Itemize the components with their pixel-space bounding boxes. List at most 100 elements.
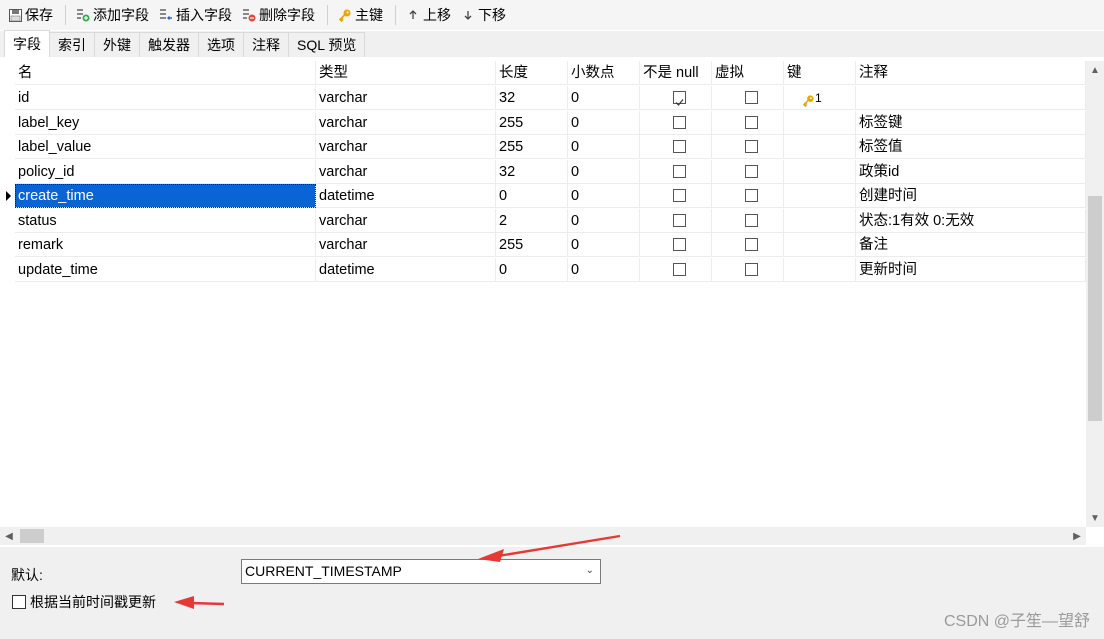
cell-type[interactable]: datetime (316, 184, 496, 208)
row-indicator[interactable] (4, 209, 14, 233)
row-indicator[interactable] (4, 160, 14, 184)
tab-indexes[interactable]: 索引 (49, 32, 95, 57)
cell-decimals[interactable]: 0 (568, 233, 640, 257)
virtual-checkbox[interactable] (745, 213, 758, 227)
tab-comment[interactable]: 注释 (243, 32, 289, 57)
cell-comment[interactable]: 更新时间 (856, 257, 1086, 282)
vertical-scrollbar[interactable]: ▲ ▼ (1086, 61, 1104, 527)
cell-key[interactable] (784, 110, 856, 135)
cell-comment[interactable]: 标签值 (856, 135, 1086, 159)
table-row[interactable]: label_key varchar 255 0 标签键 (4, 110, 1086, 135)
table-row[interactable]: update_time datetime 0 0 更新时间 (4, 257, 1086, 282)
cell-virtual[interactable] (712, 233, 784, 257)
cell-virtual[interactable] (712, 257, 784, 282)
move-down-button[interactable]: 下移 (457, 2, 510, 28)
row-indicator[interactable] (4, 111, 14, 135)
insert-field-button[interactable]: 插入字段 (155, 2, 236, 28)
virtual-checkbox[interactable] (745, 238, 758, 251)
not-null-checkbox[interactable] (673, 115, 686, 129)
cell-virtual[interactable] (712, 110, 784, 135)
tab-triggers[interactable]: 触发器 (139, 32, 199, 57)
cell-type[interactable]: varchar (316, 135, 496, 159)
tab-fields[interactable]: 字段 (4, 30, 50, 57)
cell-type[interactable]: varchar (316, 159, 496, 184)
row-indicator[interactable] (4, 233, 14, 257)
cell-name[interactable]: create_time (15, 184, 316, 208)
primary-key-button[interactable]: 主键 (334, 2, 387, 28)
cell-decimals[interactable]: 0 (568, 110, 640, 135)
not-null-checkbox[interactable] (673, 140, 686, 153)
cell-decimals[interactable]: 0 (568, 208, 640, 233)
header-virtual[interactable]: 虚拟 (712, 61, 784, 85)
header-type[interactable]: 类型 (316, 61, 496, 85)
cell-key[interactable] (784, 135, 856, 159)
virtual-checkbox[interactable] (745, 262, 758, 276)
table-row[interactable]: id varchar 32 0 1 (4, 86, 1086, 110)
cell-not-null[interactable] (640, 86, 712, 110)
cell-not-null[interactable] (640, 184, 712, 208)
scroll-up-icon[interactable]: ▲ (1086, 61, 1104, 79)
header-comment[interactable]: 注释 (856, 61, 1086, 85)
cell-decimals[interactable]: 0 (568, 86, 640, 110)
cell-not-null[interactable] (640, 257, 712, 282)
cell-type[interactable]: datetime (316, 257, 496, 282)
virtual-checkbox[interactable] (745, 115, 758, 129)
cell-type[interactable]: varchar (316, 86, 496, 110)
cell-key[interactable] (784, 257, 856, 282)
cell-name[interactable]: remark (15, 233, 316, 257)
cell-comment[interactable]: 创建时间 (856, 184, 1086, 208)
delete-field-button[interactable]: 删除字段 (238, 2, 319, 28)
cell-not-null[interactable] (640, 233, 712, 257)
header-length[interactable]: 长度 (496, 61, 568, 85)
cell-name[interactable]: policy_id (15, 159, 316, 184)
cell-name[interactable]: update_time (15, 257, 316, 282)
cell-type[interactable]: varchar (316, 208, 496, 233)
cell-virtual[interactable] (712, 208, 784, 233)
tab-foreign-keys[interactable]: 外键 (94, 32, 140, 57)
cell-comment[interactable]: 备注 (856, 233, 1086, 257)
table-row[interactable]: create_time datetime 0 0 创建时间 (4, 184, 1086, 208)
cell-virtual[interactable] (712, 184, 784, 208)
tab-options[interactable]: 选项 (198, 32, 244, 57)
not-null-checkbox[interactable] (673, 238, 686, 251)
cell-not-null[interactable] (640, 110, 712, 135)
cell-comment[interactable]: 标签键 (856, 110, 1086, 135)
add-field-button[interactable]: 添加字段 (72, 2, 153, 28)
tab-sql-preview[interactable]: SQL 预览 (288, 32, 366, 57)
header-decimals[interactable]: 小数点 (568, 61, 640, 85)
cell-key[interactable]: 1 (784, 86, 856, 110)
cell-key[interactable] (784, 184, 856, 208)
cell-length[interactable]: 32 (496, 86, 568, 110)
cell-length[interactable]: 255 (496, 233, 568, 257)
scroll-right-icon[interactable]: ▶ (1068, 527, 1086, 545)
cell-key[interactable] (784, 233, 856, 257)
virtual-checkbox[interactable] (745, 189, 758, 202)
not-null-checkbox[interactable] (673, 189, 686, 202)
cell-decimals[interactable]: 0 (568, 135, 640, 159)
row-indicator[interactable] (4, 86, 14, 110)
move-up-button[interactable]: 上移 (402, 2, 455, 28)
cell-not-null[interactable] (640, 135, 712, 159)
cell-length[interactable]: 32 (496, 159, 568, 184)
checkbox-box[interactable] (12, 595, 26, 609)
cell-length[interactable]: 0 (496, 257, 568, 282)
cell-virtual[interactable] (712, 135, 784, 159)
scroll-left-icon[interactable]: ◀ (0, 527, 18, 545)
cell-length[interactable]: 2 (496, 208, 568, 233)
row-indicator[interactable] (4, 184, 14, 208)
cell-not-null[interactable] (640, 208, 712, 233)
row-indicator[interactable] (4, 135, 14, 159)
cell-comment[interactable]: 状态:1有效 0:无效 (856, 208, 1086, 233)
cell-decimals[interactable]: 0 (568, 159, 640, 184)
cell-name[interactable]: status (15, 208, 316, 233)
cell-decimals[interactable]: 0 (568, 184, 640, 208)
header-not-null[interactable]: 不是 null (640, 61, 712, 85)
cell-comment[interactable]: 政策id (856, 159, 1086, 184)
not-null-checkbox[interactable] (673, 164, 686, 178)
not-null-checkbox[interactable] (673, 213, 686, 227)
virtual-checkbox[interactable] (745, 91, 758, 104)
header-key[interactable]: 键 (784, 61, 856, 85)
cell-type[interactable]: varchar (316, 233, 496, 257)
table-row[interactable]: label_value varchar 255 0 标签值 (4, 135, 1086, 159)
header-name[interactable]: 名 (15, 61, 316, 85)
